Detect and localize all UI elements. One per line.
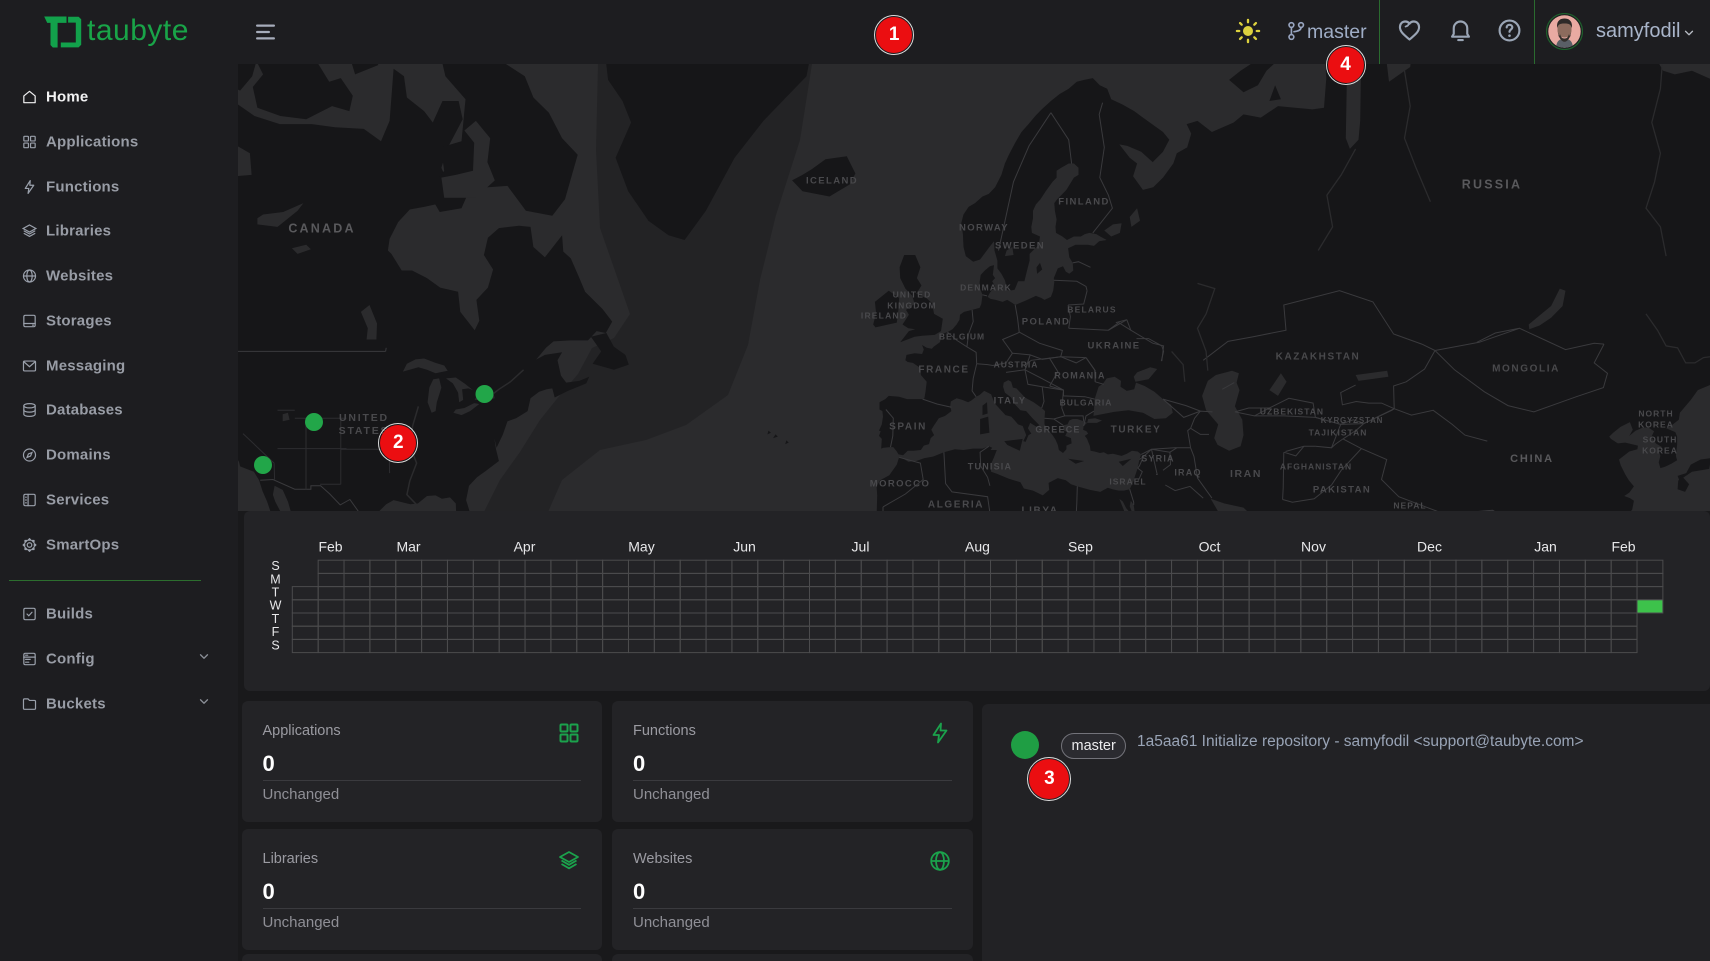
svg-text:KYRGYZSTAN: KYRGYZSTAN — [1320, 416, 1383, 425]
svg-text:AUSTRIA: AUSTRIA — [993, 359, 1038, 369]
svg-text:DENMARK: DENMARK — [960, 282, 1012, 292]
svg-text:LIBYA: LIBYA — [1021, 506, 1058, 511]
svg-text:POLAND: POLAND — [1021, 317, 1070, 328]
svg-text:FINLAND: FINLAND — [1058, 197, 1110, 208]
svg-text:ICELAND: ICELAND — [805, 176, 857, 187]
svg-text:Feb: Feb — [1611, 539, 1635, 555]
svg-text:IRAN: IRAN — [1229, 468, 1261, 480]
svg-text:TURKEY: TURKEY — [1110, 425, 1161, 436]
svg-text:W: W — [269, 599, 281, 613]
svg-text:SYRIA: SYRIA — [1141, 453, 1175, 463]
svg-text:CANADA: CANADA — [288, 221, 355, 235]
svg-text:KOREA: KOREA — [1642, 445, 1678, 455]
svg-text:CHINA: CHINA — [1510, 453, 1554, 465]
svg-text:Jan: Jan — [1534, 539, 1557, 555]
svg-text:May: May — [628, 539, 654, 555]
svg-text:KAZAKHSTAN: KAZAKHSTAN — [1275, 352, 1360, 363]
svg-text:Aug: Aug — [965, 539, 990, 555]
svg-text:ISRAEL: ISRAEL — [1109, 476, 1146, 486]
svg-text:Jul: Jul — [851, 539, 869, 555]
svg-text:ALGERIA: ALGERIA — [927, 500, 983, 511]
svg-text:UZBEKISTAN: UZBEKISTAN — [1259, 406, 1323, 416]
svg-text:BELARUS: BELARUS — [1067, 304, 1117, 314]
svg-text:IRAQ: IRAQ — [1174, 467, 1201, 477]
svg-text:S: S — [271, 638, 279, 652]
svg-text:MONGOLIA: MONGOLIA — [1492, 364, 1560, 375]
svg-text:ROMANIA: ROMANIA — [1054, 370, 1105, 380]
svg-text:UNITED: UNITED — [339, 412, 389, 424]
svg-text:TAJIKISTAN: TAJIKISTAN — [1308, 427, 1367, 437]
svg-text:Oct: Oct — [1198, 539, 1220, 555]
svg-text:AFGHANISTAN: AFGHANISTAN — [1279, 461, 1351, 471]
svg-text:T: T — [271, 612, 279, 626]
svg-text:TUNISIA: TUNISIA — [967, 461, 1011, 471]
svg-text:BULGARIA: BULGARIA — [1059, 397, 1112, 407]
svg-text:Sep: Sep — [1068, 539, 1093, 555]
svg-text:F: F — [271, 625, 279, 639]
svg-text:Feb: Feb — [318, 539, 342, 555]
svg-text:FRANCE: FRANCE — [918, 365, 969, 376]
svg-text:NEPAL: NEPAL — [1393, 500, 1426, 510]
svg-text:S: S — [271, 559, 279, 573]
svg-text:Mar: Mar — [396, 539, 420, 555]
svg-text:ITALY: ITALY — [993, 396, 1026, 407]
svg-text:KINGDOM: KINGDOM — [887, 300, 936, 310]
svg-text:BELGIUM: BELGIUM — [938, 331, 984, 341]
svg-text:UNITED: UNITED — [892, 289, 931, 299]
svg-text:MOROCCO: MOROCCO — [869, 479, 929, 490]
svg-text:Apr: Apr — [513, 539, 535, 555]
svg-text:SOUTH: SOUTH — [1642, 434, 1677, 444]
svg-text:SPAIN: SPAIN — [889, 422, 927, 433]
svg-text:GREECE: GREECE — [1035, 424, 1080, 434]
svg-text:SWEDEN: SWEDEN — [994, 241, 1044, 252]
svg-text:Dec: Dec — [1417, 539, 1442, 555]
svg-text:KOREA: KOREA — [1638, 419, 1674, 429]
svg-text:PAKISTAN: PAKISTAN — [1312, 485, 1370, 496]
svg-text:RUSSIA: RUSSIA — [1461, 177, 1521, 191]
svg-text:IRELAND: IRELAND — [860, 310, 906, 320]
svg-text:NORTH: NORTH — [1638, 408, 1673, 418]
svg-text:M: M — [270, 572, 280, 586]
svg-text:NORWAY: NORWAY — [958, 223, 1008, 234]
svg-text:Nov: Nov — [1301, 539, 1326, 555]
svg-text:UKRAINE: UKRAINE — [1087, 341, 1140, 352]
svg-text:Jun: Jun — [733, 539, 756, 555]
svg-text:T: T — [271, 585, 279, 599]
